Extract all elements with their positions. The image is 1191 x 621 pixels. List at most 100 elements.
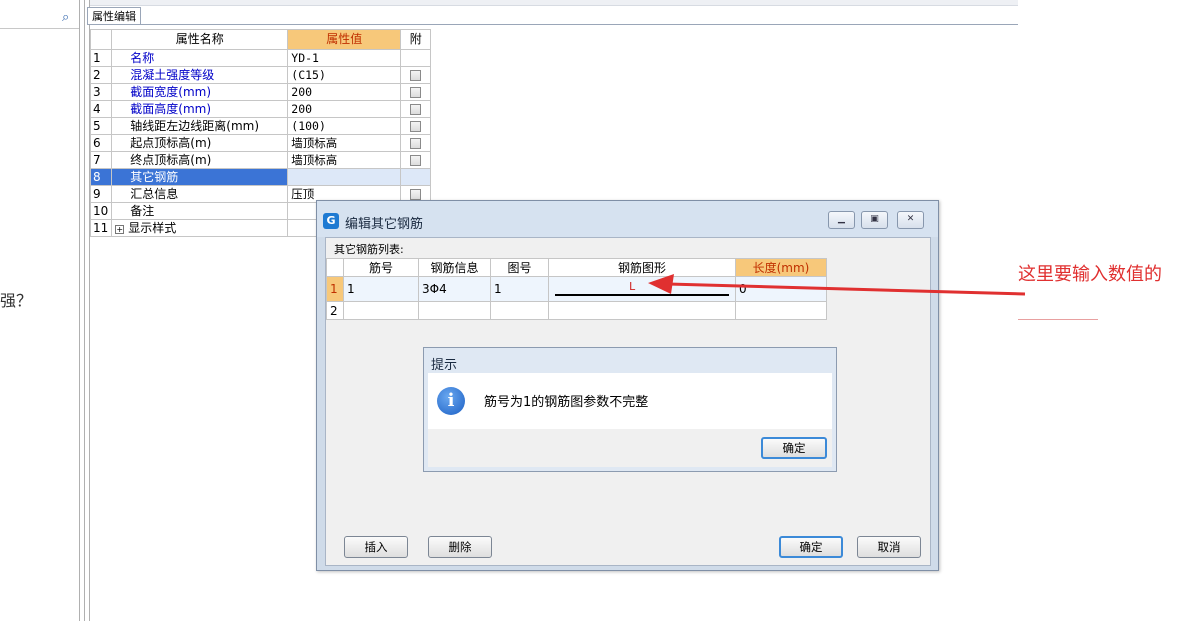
property-row[interactable]: 1 名称 YD-1 <box>89 49 432 67</box>
panel-divider <box>84 0 85 621</box>
figure-no-cell[interactable] <box>490 301 549 320</box>
property-name-label: 轴线距左边线距离(mm) <box>130 118 260 133</box>
delete-button[interactable]: 删除 <box>428 536 492 558</box>
property-name[interactable]: 起点顶标高(m) <box>111 134 289 152</box>
property-value[interactable] <box>287 168 402 186</box>
dialog-titlebar[interactable]: G 编辑其它钢筋 ▁ ▣ ✕ <box>317 201 938 237</box>
panel-divider <box>79 0 80 621</box>
property-name[interactable]: 汇总信息 <box>111 185 289 203</box>
property-name[interactable]: 截面高度(mm) <box>111 100 289 118</box>
property-value[interactable]: (C15) <box>287 66 402 84</box>
row-index: 7 <box>89 151 113 169</box>
property-value[interactable]: (100) <box>287 117 402 135</box>
attach-checkbox[interactable] <box>410 154 422 166</box>
app-icon: G <box>323 213 339 229</box>
insert-button[interactable]: 插入 <box>344 536 408 558</box>
property-name-label: 名称 <box>130 50 155 65</box>
arrow-head <box>648 274 674 294</box>
property-name[interactable]: 备注 <box>111 202 289 220</box>
search-field[interactable]: ⌕ <box>0 9 80 29</box>
top-toolbar-strip <box>90 0 1018 6</box>
row-index: 8 <box>89 168 113 186</box>
property-name-label: 截面宽度(mm) <box>130 84 212 99</box>
property-row[interactable]: 4 截面高度(mm) 200 <box>89 100 432 118</box>
cancel-button[interactable]: 取消 <box>857 536 921 558</box>
arrow-shaft <box>667 282 1026 296</box>
expand-icon[interactable]: + <box>115 224 125 234</box>
rebar-info-cell[interactable]: 3Φ4 <box>418 276 491 302</box>
attach-cell[interactable] <box>400 117 432 135</box>
row-index: 4 <box>89 100 113 118</box>
property-name[interactable]: 混凝土强度等级 <box>111 66 289 84</box>
attach-checkbox[interactable] <box>410 103 422 115</box>
rebar-info-cell[interactable] <box>418 301 491 320</box>
tab-underline <box>88 24 1018 25</box>
property-row[interactable]: 3 截面宽度(mm) 200 <box>89 83 432 101</box>
row-index: 3 <box>89 83 113 101</box>
property-row[interactable]: 2 混凝土强度等级 (C15) <box>89 66 432 84</box>
tip-message: 筋号为1的钢筋图参数不完整 <box>484 395 649 410</box>
property-name[interactable]: 其它钢筋 <box>111 168 289 186</box>
attach-cell[interactable] <box>400 134 432 152</box>
property-name[interactable]: + 显示样式 <box>111 219 289 237</box>
property-name-label: 其它钢筋 <box>130 169 179 184</box>
grid-corner <box>89 29 113 50</box>
search-icon[interactable]: ⌕ <box>62 9 78 27</box>
property-row[interactable]: 7 终点顶标高(m) 墙顶标高 <box>89 151 432 169</box>
property-value[interactable]: 墙顶标高 <box>287 151 402 169</box>
row-index: 5 <box>89 117 113 135</box>
property-row[interactable]: 5 轴线距左边线距离(mm) (100) <box>89 117 432 135</box>
property-name-label: 截面高度(mm) <box>130 101 212 116</box>
tip-ok-button[interactable]: 确定 <box>761 437 827 459</box>
figure-no-cell[interactable]: 1 <box>490 276 549 302</box>
attach-cell[interactable] <box>400 83 432 101</box>
row-index: 11 <box>89 219 113 237</box>
attach-checkbox[interactable] <box>410 137 422 149</box>
attach-cell[interactable] <box>400 66 432 84</box>
bar-no-cell[interactable] <box>343 301 419 320</box>
bar-no-cell[interactable]: 1 <box>343 276 419 302</box>
property-name[interactable]: 终点顶标高(m) <box>111 151 289 169</box>
rebar-list-label: 其它钢筋列表: <box>334 243 404 256</box>
attach-cell <box>400 168 432 186</box>
tab-property-edit[interactable]: 属性编辑 <box>87 7 141 25</box>
close-button[interactable]: ✕ <box>897 211 924 229</box>
property-name-label: 混凝土强度等级 <box>130 67 215 82</box>
property-name[interactable]: 名称 <box>111 49 289 67</box>
attach-cell[interactable] <box>400 100 432 118</box>
attach-checkbox[interactable] <box>410 86 422 98</box>
property-value[interactable]: 200 <box>287 100 402 118</box>
row-index: 1 <box>89 49 113 67</box>
property-value[interactable]: 200 <box>287 83 402 101</box>
property-name[interactable]: 轴线距左边线距离(mm) <box>111 117 289 135</box>
row-index: 2 <box>326 301 344 320</box>
tip-dialog: 提示 i 筋号为1的钢筋图参数不完整 确定 <box>423 347 837 472</box>
property-value[interactable]: YD-1 <box>287 49 402 67</box>
annotation-text: 这里要输入数值的 <box>1018 264 1162 285</box>
property-value[interactable]: 墙顶标高 <box>287 134 402 152</box>
minimize-button[interactable]: ▁ <box>828 211 855 229</box>
annotation-arrow <box>648 274 1026 296</box>
grid-corner <box>326 258 344 277</box>
column-header-value: 属性值 <box>287 29 402 50</box>
column-header-bar-no: 筋号 <box>343 258 419 277</box>
row-index: 2 <box>89 66 113 84</box>
property-row[interactable]: 6 起点顶标高(m) 墙顶标高 <box>89 134 432 152</box>
column-header-rebar-info: 钢筋信息 <box>418 258 491 277</box>
attach-checkbox[interactable] <box>410 188 422 200</box>
column-header-name: 属性名称 <box>111 29 289 50</box>
property-row[interactable]: 8 其它钢筋 <box>89 168 432 186</box>
shape-length-label[interactable]: L <box>629 280 636 293</box>
row-index: 9 <box>89 185 113 203</box>
property-name[interactable]: 截面宽度(mm) <box>111 83 289 101</box>
property-name-label: 终点顶标高(m) <box>130 152 212 167</box>
row-index: 1 <box>326 276 344 302</box>
attach-checkbox[interactable] <box>410 69 422 81</box>
attach-cell <box>400 49 432 67</box>
column-header-figure-no: 图号 <box>490 258 549 277</box>
tip-body: i 筋号为1的钢筋图参数不完整 <box>428 373 832 429</box>
attach-cell[interactable] <box>400 151 432 169</box>
maximize-button[interactable]: ▣ <box>861 211 888 229</box>
attach-checkbox[interactable] <box>410 120 422 132</box>
ok-button[interactable]: 确定 <box>779 536 843 558</box>
